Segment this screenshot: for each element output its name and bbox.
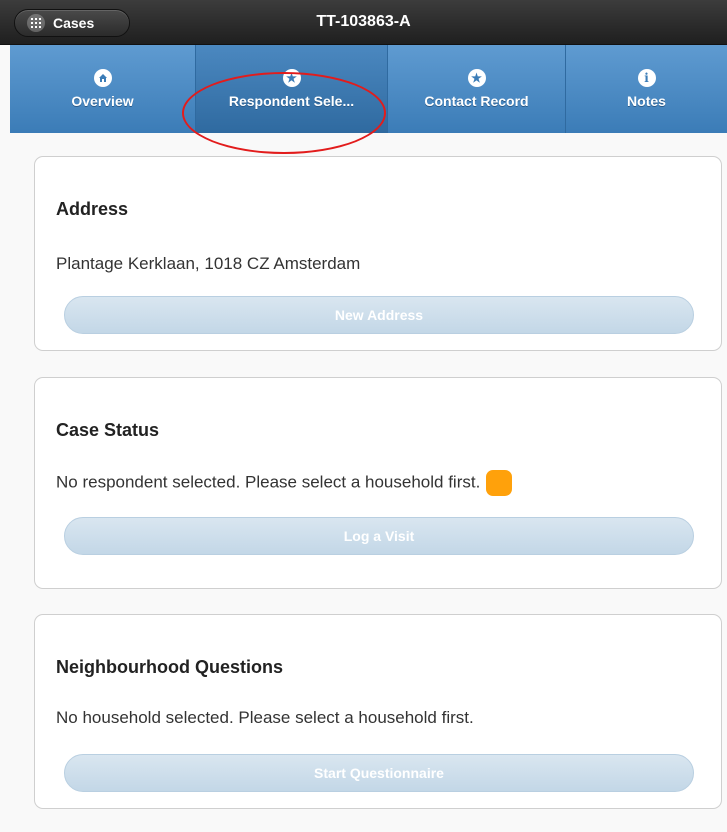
tab-label: Overview <box>71 93 134 109</box>
address-text: Plantage Kerklaan, 1018 CZ Amsterdam <box>56 254 361 273</box>
tab-label: Contact Record <box>424 93 529 109</box>
grid-icon <box>27 14 45 32</box>
info-icon: i <box>637 69 656 87</box>
address-card: Address Plantage Kerklaan, 1018 CZ Amste… <box>34 156 722 351</box>
start-questionnaire-button[interactable]: Start Questionnaire <box>64 754 694 792</box>
neighbourhood-heading: Neighbourhood Questions <box>56 657 283 677</box>
tab-contact-record[interactable]: ★ Contact Record <box>388 45 566 133</box>
case-status-text-row: No respondent selected. Please select a … <box>56 470 513 496</box>
cases-button-label: Cases <box>53 15 95 31</box>
log-visit-button[interactable]: Log a Visit <box>64 517 694 555</box>
tab-bar: Overview ★ Respondent Sele... ★ Contact … <box>10 45 727 133</box>
case-status-card: Case Status No respondent selected. Plea… <box>34 377 722 589</box>
top-header: Cases TT-103863-A <box>0 0 727 45</box>
tab-label: Notes <box>627 93 666 109</box>
status-indicator <box>486 470 513 496</box>
new-address-button[interactable]: New Address <box>64 296 694 334</box>
tab-overview[interactable]: Overview <box>10 45 196 133</box>
case-status-heading: Case Status <box>56 420 160 440</box>
star-icon: ★ <box>282 69 301 87</box>
tab-label: Respondent Sele... <box>228 93 355 109</box>
address-heading: Address <box>56 199 129 219</box>
tab-notes[interactable]: i Notes <box>566 45 727 133</box>
star-icon: ★ <box>467 69 486 87</box>
neighbourhood-text: No household selected. Please select a h… <box>56 708 474 727</box>
case-status-text: No respondent selected. Please select a … <box>56 472 481 492</box>
neighbourhood-card: Neighbourhood Questions No household sel… <box>34 614 722 809</box>
cases-back-button[interactable]: Cases <box>14 9 130 37</box>
tab-respondent-selection[interactable]: ★ Respondent Sele... <box>196 45 388 133</box>
home-icon <box>93 69 112 87</box>
